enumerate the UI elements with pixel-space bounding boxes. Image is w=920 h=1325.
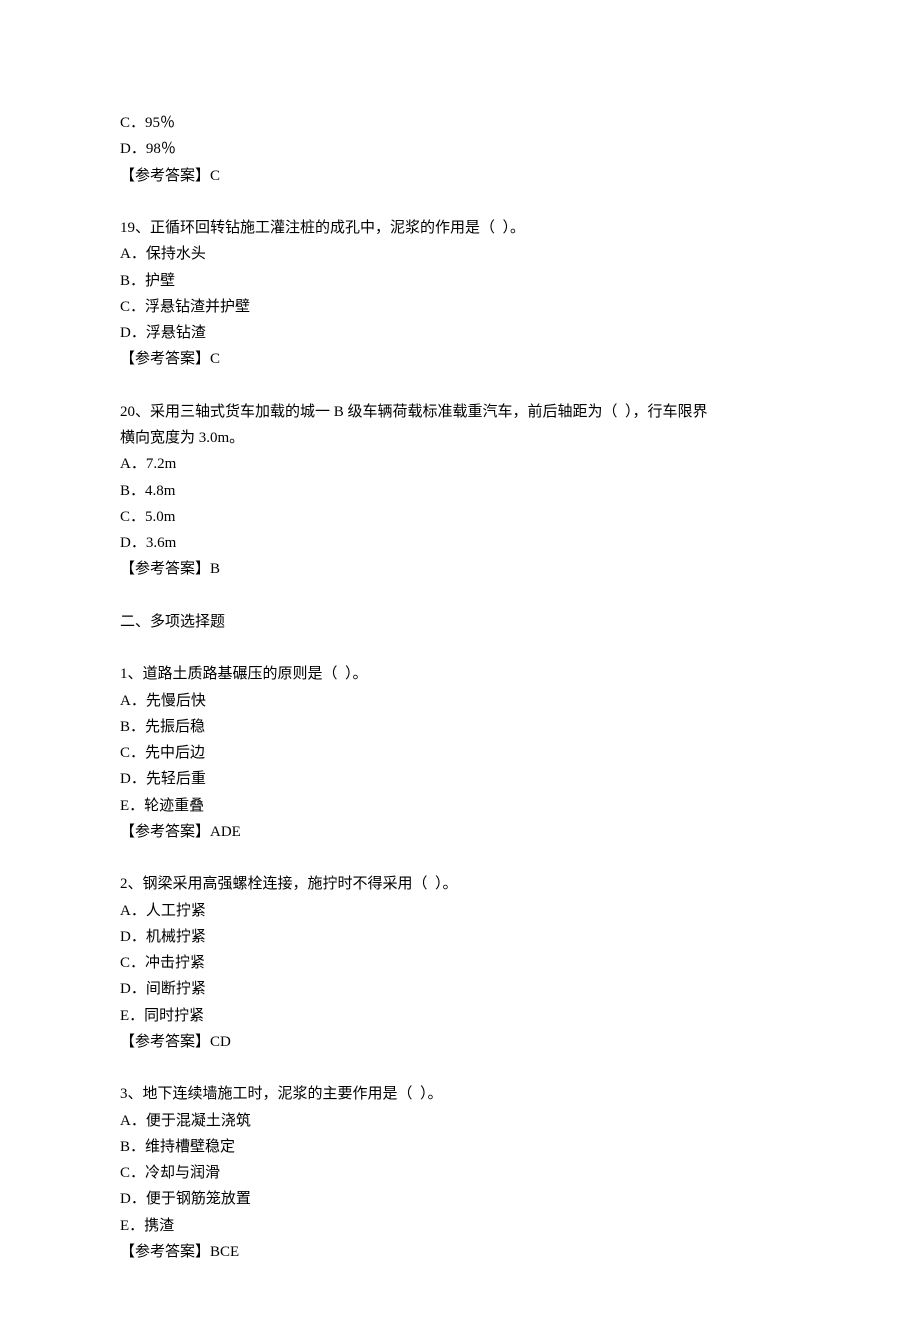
q19-option-d: D．浮悬钻渣 [120, 320, 800, 346]
q19-option-b: B．护壁 [120, 268, 800, 294]
q18-answer: 【参考答案】C [120, 163, 800, 189]
mq1-option-b: B．先振后稳 [120, 714, 800, 740]
mq1-stem: 1、道路土质路基碾压的原则是（ ）。 [120, 661, 800, 687]
spacer [120, 635, 800, 661]
q19-option-c: C．浮悬钻渣并护壁 [120, 294, 800, 320]
mq2-stem: 2、钢梁采用高强螺栓连接，施拧时不得采用（ ）。 [120, 871, 800, 897]
q20-option-b: B．4.8m [120, 478, 800, 504]
q20-stem-line1: 20、采用三轴式货车加载的城一 B 级车辆荷载标准载重汽车，前后轴距为（ ），行… [120, 399, 800, 425]
q18-option-d: D．98％ [120, 136, 800, 162]
q18-option-c: C．95％ [120, 110, 800, 136]
mq1-option-e: E．轮迹重叠 [120, 793, 800, 819]
mq3-option-e: E．携渣 [120, 1213, 800, 1239]
spacer [120, 189, 800, 215]
q19-option-a: A．保持水头 [120, 241, 800, 267]
mq3-option-d: D．便于钢筋笼放置 [120, 1186, 800, 1212]
q20-option-d: D．3.6m [120, 530, 800, 556]
spacer [120, 1055, 800, 1081]
q20-stem-line2: 横向宽度为 3.0m。 [120, 425, 800, 451]
mq1-option-a: A．先慢后快 [120, 688, 800, 714]
q19-answer: 【参考答案】C [120, 346, 800, 372]
mq1-answer: 【参考答案】ADE [120, 819, 800, 845]
mq3-stem: 3、地下连续墙施工时，泥浆的主要作用是（ ）。 [120, 1081, 800, 1107]
mq2-option-d2: D．间断拧紧 [120, 976, 800, 1002]
q20-option-a: A．7.2m [120, 451, 800, 477]
mq3-option-b: B．维持槽壁稳定 [120, 1134, 800, 1160]
section2-heading: 二、多项选择题 [120, 609, 800, 635]
mq2-option-d1: D．机械拧紧 [120, 924, 800, 950]
mq3-option-c: C．冷却与润滑 [120, 1160, 800, 1186]
mq3-option-a: A．便于混凝土浇筑 [120, 1108, 800, 1134]
mq2-option-a: A．人工拧紧 [120, 898, 800, 924]
document-page: C．95％ D．98％ 【参考答案】C 19、正循环回转钻施工灌注桩的成孔中，泥… [0, 0, 920, 1325]
q19-stem: 19、正循环回转钻施工灌注桩的成孔中，泥浆的作用是（ ）。 [120, 215, 800, 241]
spacer [120, 583, 800, 609]
mq1-option-c: C．先中后边 [120, 740, 800, 766]
spacer [120, 373, 800, 399]
q20-option-c: C．5.0m [120, 504, 800, 530]
spacer [120, 845, 800, 871]
mq2-option-c: C．冲击拧紧 [120, 950, 800, 976]
q20-answer: 【参考答案】B [120, 556, 800, 582]
mq1-option-d: D．先轻后重 [120, 766, 800, 792]
mq2-option-e: E．同时拧紧 [120, 1003, 800, 1029]
mq3-answer: 【参考答案】BCE [120, 1239, 800, 1265]
mq2-answer: 【参考答案】CD [120, 1029, 800, 1055]
